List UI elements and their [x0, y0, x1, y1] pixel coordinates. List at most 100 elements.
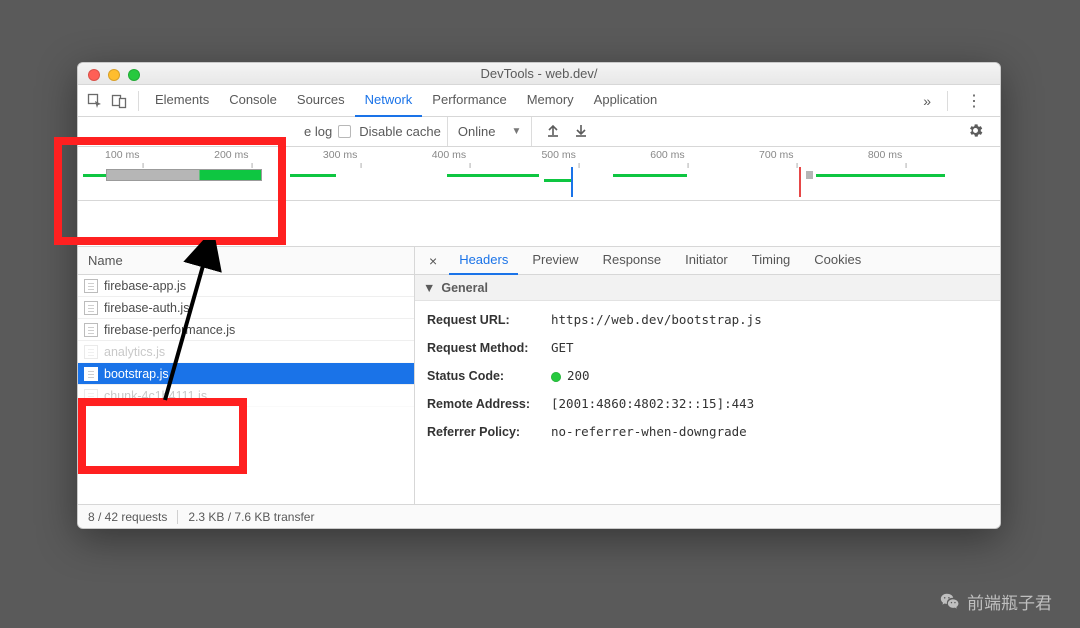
file-icon — [84, 323, 98, 337]
tab-console[interactable]: Console — [219, 85, 287, 117]
domcontentloaded-line — [571, 167, 573, 197]
request-name: bootstrap.js — [104, 367, 169, 381]
tick-label: 600 ms — [650, 149, 684, 161]
request-list: firebase-app.js firebase-auth.js firebas… — [78, 275, 414, 504]
request-bar — [613, 174, 687, 177]
detail-tab-initiator[interactable]: Initiator — [675, 247, 738, 275]
tick-label: 800 ms — [868, 149, 902, 161]
detail-tab-cookies[interactable]: Cookies — [804, 247, 871, 275]
network-toolbar: e log Disable cache Online ▼ — [78, 117, 1000, 147]
chevron-down-icon: ▼ — [511, 126, 521, 137]
file-icon — [84, 301, 98, 315]
watermark-text: 前端瓶子君 — [967, 589, 1052, 614]
referrer-policy-value: no-referrer-when-downgrade — [551, 421, 747, 443]
disclosure-triangle-icon: ▼ — [423, 281, 435, 295]
request-list-pane: Name firebase-app.js firebase-auth.js fi… — [78, 247, 415, 504]
detail-tab-headers[interactable]: Headers — [449, 247, 518, 275]
request-name: analytics.js — [104, 345, 165, 359]
timeline-overview[interactable]: 100 ms 200 ms 300 ms 400 ms 500 ms 600 m… — [78, 147, 1000, 201]
request-name: firebase-performance.js — [104, 323, 235, 337]
tab-application[interactable]: Application — [584, 85, 668, 117]
request-row[interactable]: chunk-4c1b4111.js — [78, 385, 414, 407]
traffic-lights — [88, 69, 140, 81]
tab-sources[interactable]: Sources — [287, 85, 355, 117]
disable-cache-checkbox[interactable] — [338, 125, 351, 138]
detail-tab-preview[interactable]: Preview — [522, 247, 588, 275]
status-dot-icon — [551, 372, 561, 382]
general-section-head[interactable]: ▼ General — [415, 275, 1000, 301]
load-line — [799, 167, 801, 197]
request-row[interactable]: analytics.js — [78, 341, 414, 363]
window-title: DevTools - web.dev/ — [78, 63, 1000, 85]
request-url-value: https://web.dev/bootstrap.js — [551, 309, 762, 331]
preserve-log-label: e log — [304, 124, 332, 139]
request-bar — [290, 174, 336, 177]
titlebar[interactable]: DevTools - web.dev/ — [78, 63, 1000, 85]
upload-har-icon[interactable] — [546, 123, 560, 140]
close-icon[interactable] — [88, 69, 100, 81]
content-area: Name firebase-app.js firebase-auth.js fi… — [78, 247, 1000, 504]
close-detail-icon[interactable]: × — [421, 253, 445, 269]
request-method-label: Request Method: — [427, 337, 551, 359]
requests-count: 8 / 42 requests — [88, 510, 167, 524]
detail-tab-timing[interactable]: Timing — [742, 247, 801, 275]
maximize-icon[interactable] — [128, 69, 140, 81]
gear-icon[interactable] — [967, 122, 994, 142]
tick-label: 100 ms — [105, 149, 139, 161]
tick-label: 700 ms — [759, 149, 793, 161]
kebab-menu-icon[interactable]: ⋮ — [954, 91, 994, 111]
throttling-select[interactable]: Online ▼ — [447, 117, 532, 146]
status-code-value: 200 — [567, 368, 590, 383]
timeline-ticks: 100 ms 200 ms 300 ms 400 ms 500 ms 600 m… — [78, 149, 1000, 167]
divider — [947, 91, 948, 111]
transfer-size: 2.3 KB / 7.6 KB transfer — [188, 510, 314, 524]
request-bar — [83, 174, 106, 177]
request-url-label: Request URL: — [427, 309, 551, 331]
tick-label: 300 ms — [323, 149, 357, 161]
remote-address-value: [2001:4860:4802:32::15]:443 — [551, 393, 754, 415]
filter-row-area — [78, 201, 1000, 247]
request-name: chunk-4c1b4111.js — [104, 389, 207, 403]
file-icon — [84, 345, 98, 359]
request-bar — [806, 171, 812, 179]
overflow-tabs-icon[interactable]: » — [913, 93, 941, 109]
request-row[interactable]: firebase-auth.js — [78, 297, 414, 319]
section-title: General — [441, 281, 488, 295]
request-row-selected[interactable]: bootstrap.js — [78, 363, 414, 385]
request-name: firebase-app.js — [104, 279, 186, 293]
tab-memory[interactable]: Memory — [517, 85, 584, 117]
request-bar — [106, 169, 263, 181]
request-bar — [816, 174, 945, 177]
request-bar — [544, 179, 572, 182]
request-row[interactable]: firebase-performance.js — [78, 319, 414, 341]
throttling-value: Online — [458, 124, 496, 139]
request-method-value: GET — [551, 337, 574, 359]
detail-tab-response[interactable]: Response — [593, 247, 672, 275]
general-section-body: Request URL:https://web.dev/bootstrap.js… — [415, 301, 1000, 457]
tab-network[interactable]: Network — [355, 85, 423, 117]
devtools-window: DevTools - web.dev/ Elements Console Sou… — [77, 62, 1001, 529]
detail-tabs: × Headers Preview Response Initiator Tim… — [415, 247, 1000, 275]
overview-body — [78, 167, 1000, 197]
tab-elements[interactable]: Elements — [145, 85, 219, 117]
detail-pane: × Headers Preview Response Initiator Tim… — [415, 247, 1000, 504]
status-code-label: Status Code: — [427, 365, 551, 387]
remote-address-label: Remote Address: — [427, 393, 551, 415]
tab-performance[interactable]: Performance — [422, 85, 516, 117]
divider — [177, 510, 178, 524]
column-header[interactable]: Name — [78, 247, 414, 275]
request-row[interactable]: firebase-app.js — [78, 275, 414, 297]
download-har-icon[interactable] — [574, 123, 588, 140]
referrer-policy-label: Referrer Policy: — [427, 421, 551, 443]
device-toggle-icon[interactable] — [108, 90, 130, 112]
file-icon — [84, 389, 98, 403]
tick-label: 400 ms — [432, 149, 466, 161]
wechat-icon — [939, 591, 961, 613]
minimize-icon[interactable] — [108, 69, 120, 81]
file-icon — [84, 367, 98, 381]
divider — [138, 91, 139, 111]
request-name: firebase-auth.js — [104, 301, 189, 315]
watermark: 前端瓶子君 — [939, 589, 1052, 614]
disable-cache-label: Disable cache — [359, 124, 441, 139]
inspect-icon[interactable] — [84, 90, 106, 112]
